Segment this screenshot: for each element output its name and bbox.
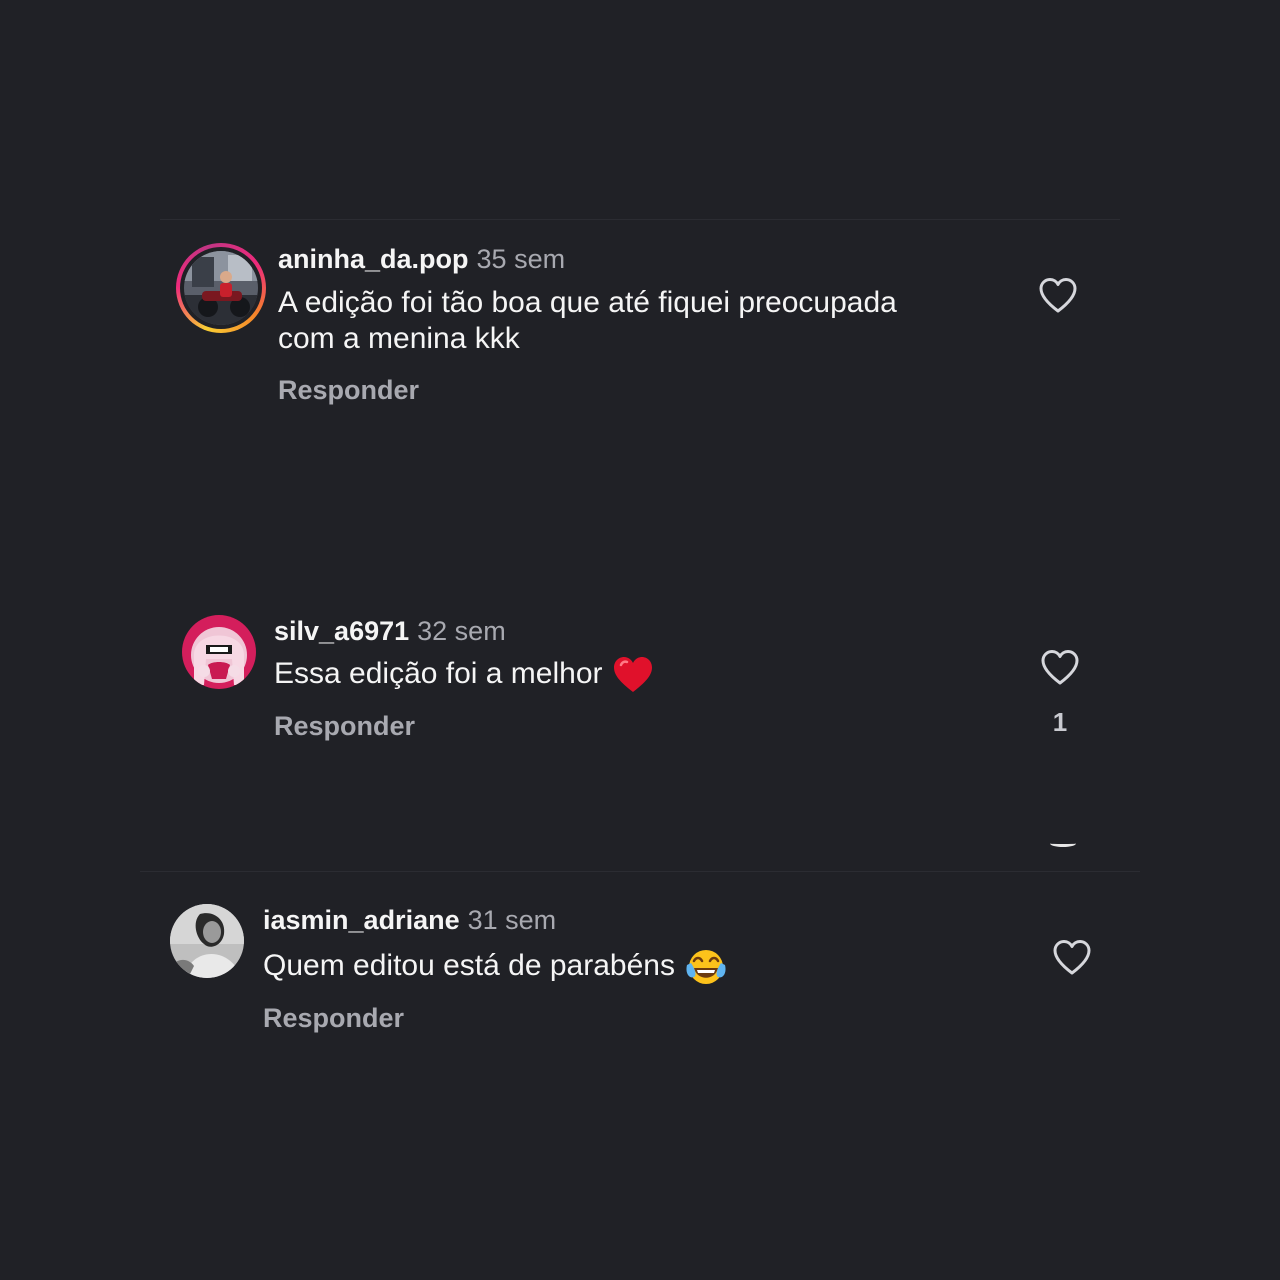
username[interactable]: silv_a6971 (274, 616, 409, 646)
story-ring[interactable] (176, 243, 266, 333)
reply-button[interactable]: Responder (278, 374, 419, 406)
avatar[interactable] (170, 904, 244, 978)
comment-text: Essa edição foi a melhor (274, 656, 653, 694)
avatar-photo (184, 251, 258, 325)
avatar-anime-art (182, 615, 256, 689)
comment-text: Quem editou está de parabéns (263, 947, 727, 987)
avatar-photo (170, 904, 244, 978)
tears-of-joy-emoji (686, 950, 726, 984)
red-heart-emoji (613, 657, 652, 693)
heart-outline-icon[interactable] (1040, 648, 1080, 688)
comment-header: iasmin_adriane 31 sem (263, 904, 556, 936)
reply-button[interactable]: Responder (274, 710, 415, 742)
heart-outline-icon[interactable] (1052, 938, 1092, 978)
comments-screen: aninha_da.pop 35 sem A edição foi tão boa… (0, 0, 1280, 1280)
username[interactable]: aninha_da.pop (278, 244, 469, 274)
timestamp: 32 sem (417, 616, 506, 646)
comment-header: aninha_da.pop 35 sem (278, 243, 565, 275)
divider-top (160, 219, 1120, 220)
comment-text-line-2: com a menina kkk (278, 322, 520, 355)
heart-outline-icon[interactable] (1038, 276, 1078, 316)
avatar[interactable] (184, 251, 258, 325)
avatar[interactable] (182, 615, 256, 689)
reply-button[interactable]: Responder (263, 1002, 404, 1034)
comment-header: silv_a6971 32 sem (274, 615, 506, 647)
timestamp: 31 sem (467, 905, 557, 935)
username[interactable]: iasmin_adriane (263, 905, 460, 935)
comment-text-content: Essa edição foi a melhor (274, 657, 603, 690)
divider-middle (140, 871, 1140, 872)
scroll-indicator (1050, 840, 1076, 847)
timestamp: 35 sem (476, 244, 566, 274)
comment-text-content: Quem editou está de parabéns (263, 948, 675, 982)
comment-text-line-1: A edição foi tão boa que até fiquei preo… (278, 286, 897, 319)
like-count: 1 (1052, 707, 1068, 737)
